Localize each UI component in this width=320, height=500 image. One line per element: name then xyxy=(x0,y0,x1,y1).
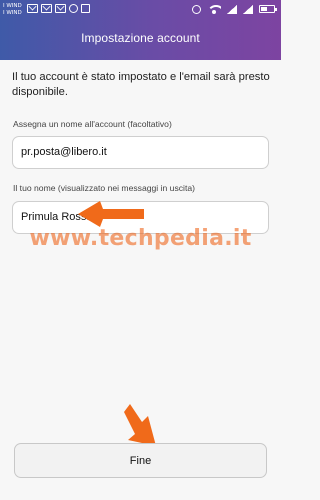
finish-button[interactable]: Fine xyxy=(14,443,267,478)
your-name-label: Il tuo nome (visualizzato nei messaggi i… xyxy=(13,183,195,193)
envelope-icon xyxy=(41,4,52,13)
whatsapp-icon xyxy=(69,4,78,13)
carrier-label-1: I WIND xyxy=(3,3,22,9)
envelope-icon xyxy=(55,4,66,13)
account-name-label: Assegna un nome all'account (facoltativo… xyxy=(13,119,172,129)
carrier-labels: I WIND I WIND xyxy=(3,3,22,17)
status-bar: I WIND I WIND xyxy=(0,0,281,20)
signal-icon xyxy=(243,4,253,14)
system-icons xyxy=(192,4,277,14)
carrier-label-2: I WIND xyxy=(3,10,22,16)
page-title: Impostazione account xyxy=(81,31,200,45)
app-header: I WIND I WIND Impostazione account xyxy=(0,0,281,60)
down-arrow-icon xyxy=(124,404,156,446)
account-name-field[interactable]: pr.posta@libero.it xyxy=(12,136,269,169)
notification-icons xyxy=(27,4,90,13)
wifi-icon xyxy=(207,4,221,14)
intro-text: Il tuo account è stato impostato e l'ema… xyxy=(12,71,270,98)
battery-icon xyxy=(259,5,277,13)
signal-icon xyxy=(227,4,237,14)
envelope-icon xyxy=(27,4,38,13)
watermark: www.techpedia.it xyxy=(29,226,252,251)
left-arrow-icon xyxy=(78,201,144,227)
image-icon xyxy=(81,4,90,13)
alarm-icon xyxy=(192,4,201,14)
